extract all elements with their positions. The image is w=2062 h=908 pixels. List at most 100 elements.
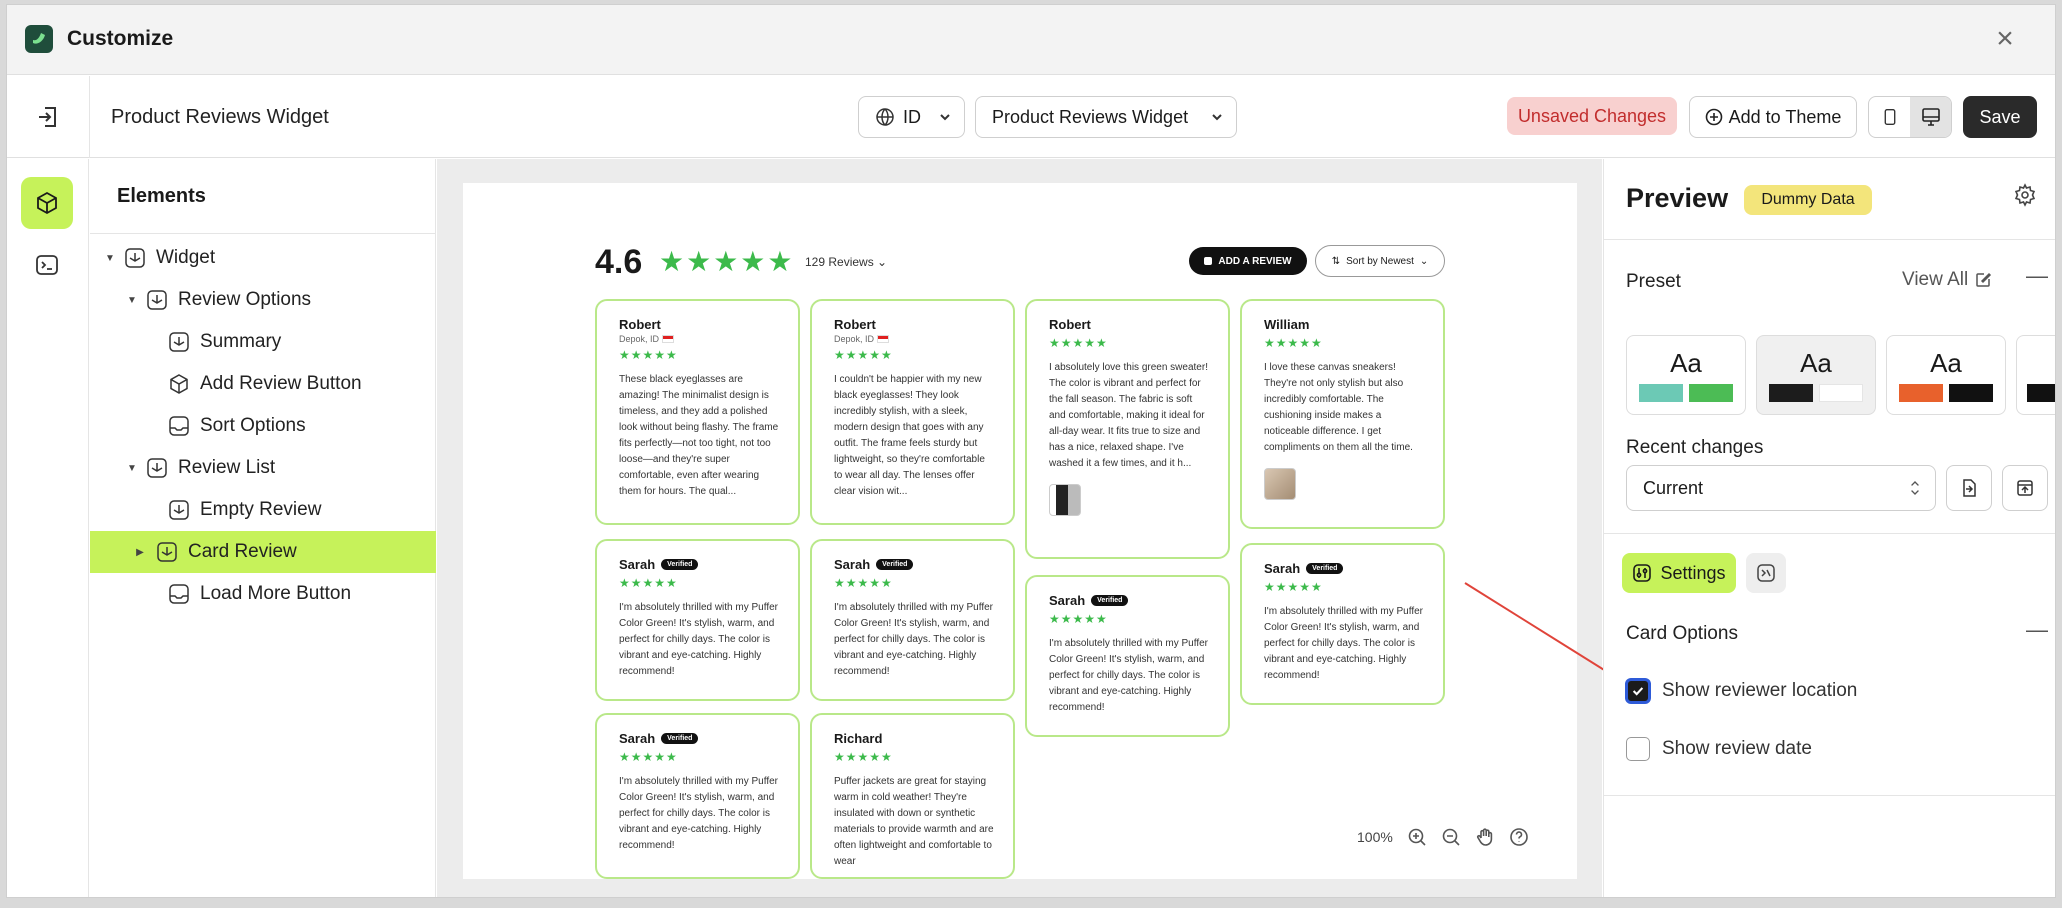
section-icon [147, 458, 167, 478]
review-card[interactable]: Sarah Verified ★★★★★ I'm absolutely thril… [1025, 575, 1230, 737]
chevron-down-icon: ⌄ [1419, 255, 1429, 267]
toolbar: Product Reviews Widget ID Product Review… [7, 76, 2055, 158]
reviewer-name: Sarah [1049, 593, 1086, 608]
review-text: I'm absolutely thrilled with my Puffer C… [1264, 606, 1424, 681]
tab-advanced[interactable] [1746, 553, 1786, 593]
review-photo[interactable] [1264, 468, 1296, 500]
show-reviewer-location-option[interactable]: Show reviewer location [1626, 679, 1857, 703]
preview-canvas: 4.6 ★★★★★ 129 Reviews ⌄ ADD A REVIEW ⇅ S… [437, 159, 1602, 897]
show-review-date-checkbox[interactable] [1626, 737, 1650, 761]
export-button[interactable] [2002, 465, 2048, 511]
gear-icon[interactable] [2013, 183, 2037, 207]
tab-settings[interactable]: Settings [1622, 553, 1736, 593]
app-logo-icon [25, 25, 53, 53]
caret-down-icon[interactable]: ▼ [104, 253, 116, 264]
view-all-link[interactable]: View All [1902, 269, 1992, 291]
review-card[interactable]: Robert ★★★★★ I absolutely love this gree… [1025, 299, 1230, 559]
collapse-preset-icon[interactable]: — [2026, 263, 2048, 289]
exit-icon[interactable] [35, 104, 61, 130]
caret-down-icon[interactable]: ▼ [126, 463, 138, 474]
elements-rail-button[interactable] [21, 177, 73, 229]
check-icon [1632, 687, 1644, 696]
divider [1604, 533, 2055, 534]
review-card[interactable]: Sarah Verified ★★★★★ I'm absolutely thril… [595, 713, 800, 879]
add-to-theme-button[interactable]: Add to Theme [1689, 96, 1857, 138]
card-stars: ★★★★★ [834, 348, 893, 362]
show-review-date-option[interactable]: Show review date [1626, 737, 1812, 761]
reviewer-name: Sarah [619, 557, 656, 572]
widget-select-value: Product Reviews Widget [992, 106, 1189, 127]
zoom-out-icon[interactable] [1441, 827, 1461, 847]
add-review-button[interactable]: ADD A REVIEW [1189, 247, 1307, 275]
sliders-icon [1633, 564, 1652, 582]
review-card[interactable]: Sarah Verified ★★★★★ I'm absolutely thril… [1240, 543, 1445, 705]
caret-right-icon[interactable]: ▶ [134, 547, 146, 558]
rating-stars: ★★★★★ [659, 246, 795, 277]
flag-icon [877, 335, 890, 343]
language-select[interactable]: ID [858, 96, 965, 138]
verified-badge: Verified [661, 559, 699, 570]
preset-card[interactable]: Aa [1626, 335, 1746, 415]
toolbar-divider [89, 76, 90, 158]
review-card[interactable]: Sarah Verified ★★★★★ I'm absolutely thril… [595, 539, 800, 701]
review-card[interactable]: Richard ★★★★★ Puffer jackets are great f… [810, 713, 1015, 879]
add-review-label: ADD A REVIEW [1218, 255, 1292, 267]
show-review-date-label: Show review date [1662, 738, 1812, 759]
dummy-data-badge: Dummy Data [1744, 185, 1872, 215]
chevron-down-icon: ⌄ [877, 255, 888, 269]
tree-item-label: Card Review [188, 541, 297, 562]
tree-item-review-options[interactable]: ▼ Review Options [90, 279, 436, 321]
tree-item-load-more-button[interactable]: Load More Button [90, 573, 436, 615]
code-rail-button[interactable] [21, 239, 73, 291]
tray-icon [169, 584, 189, 604]
preset-card[interactable]: Aa [1886, 335, 2006, 415]
review-card[interactable]: Sarah Verified ★★★★★ I'm absolutely thril… [810, 539, 1015, 701]
tree-item-sort-options[interactable]: Sort Options [90, 405, 436, 447]
tree-item-label: Summary [200, 331, 282, 352]
tree-item-label: Load More Button [200, 583, 352, 604]
save-button[interactable]: Save [1963, 96, 2037, 138]
preset-card[interactable]: Aa [1756, 335, 1876, 415]
tree-item-widget[interactable]: ▼ Widget [90, 237, 436, 279]
tree-item-label: Review Options [178, 289, 312, 310]
left-rail [7, 159, 89, 897]
help-icon[interactable] [1509, 827, 1529, 847]
preset-aa: Aa [1670, 348, 1702, 378]
review-card[interactable]: William ★★★★★ I love these canvas sneake… [1240, 299, 1445, 529]
tree-item-empty-review[interactable]: Empty Review [90, 489, 436, 531]
review-card[interactable]: Robert Depok, ID ★★★★★ I couldn't be hap… [810, 299, 1015, 525]
tree-item-card-review[interactable]: ▶ Card Review [90, 531, 436, 573]
verified-badge: Verified [876, 559, 914, 570]
review-count-dropdown[interactable]: 129 Reviews ⌄ [805, 255, 887, 269]
elements-panel: Elements ▼ Widget ▼ Review Options Summa… [90, 159, 436, 897]
collapse-card-options-icon[interactable]: — [2026, 617, 2048, 643]
tree-item-summary[interactable]: Summary [90, 321, 436, 363]
caret-down-icon[interactable]: ▼ [126, 295, 138, 306]
review-card[interactable]: Robert Depok, ID ★★★★★ These black eyegl… [595, 299, 800, 525]
preset-card-partial[interactable] [2016, 335, 2055, 415]
recent-changes-select[interactable]: Current [1626, 465, 1936, 511]
desktop-view-button[interactable] [1910, 97, 1951, 137]
mobile-view-button[interactable] [1869, 97, 1910, 137]
preset-swatch-1 [1639, 384, 1683, 402]
card-stars: ★★★★★ [1264, 580, 1323, 594]
hand-icon[interactable] [1475, 827, 1495, 847]
card-stars: ★★★★★ [619, 750, 678, 764]
reviewer-name: Robert [619, 317, 661, 332]
close-icon[interactable]: × [1991, 24, 2019, 54]
tree-item-label: Review List [178, 457, 276, 478]
chevron-down-icon [1212, 114, 1222, 121]
tree-item-add-review-button[interactable]: Add Review Button [90, 363, 436, 405]
show-reviewer-location-checkbox[interactable] [1626, 679, 1650, 703]
zoom-in-icon[interactable] [1407, 827, 1427, 847]
review-count-label: 129 Reviews [805, 255, 874, 269]
import-button[interactable] [1946, 465, 1992, 511]
sort-dropdown[interactable]: ⇅ Sort by Newest ⌄ [1315, 245, 1445, 277]
cube-icon [170, 374, 188, 394]
section-icon [169, 332, 189, 352]
card-stars: ★★★★★ [1264, 336, 1323, 350]
tree-item-review-list[interactable]: ▼ Review List [90, 447, 436, 489]
widget-select[interactable]: Product Reviews Widget [975, 96, 1237, 138]
review-photo[interactable] [1049, 484, 1081, 516]
add-to-theme-label: Add to Theme [1728, 106, 1842, 127]
